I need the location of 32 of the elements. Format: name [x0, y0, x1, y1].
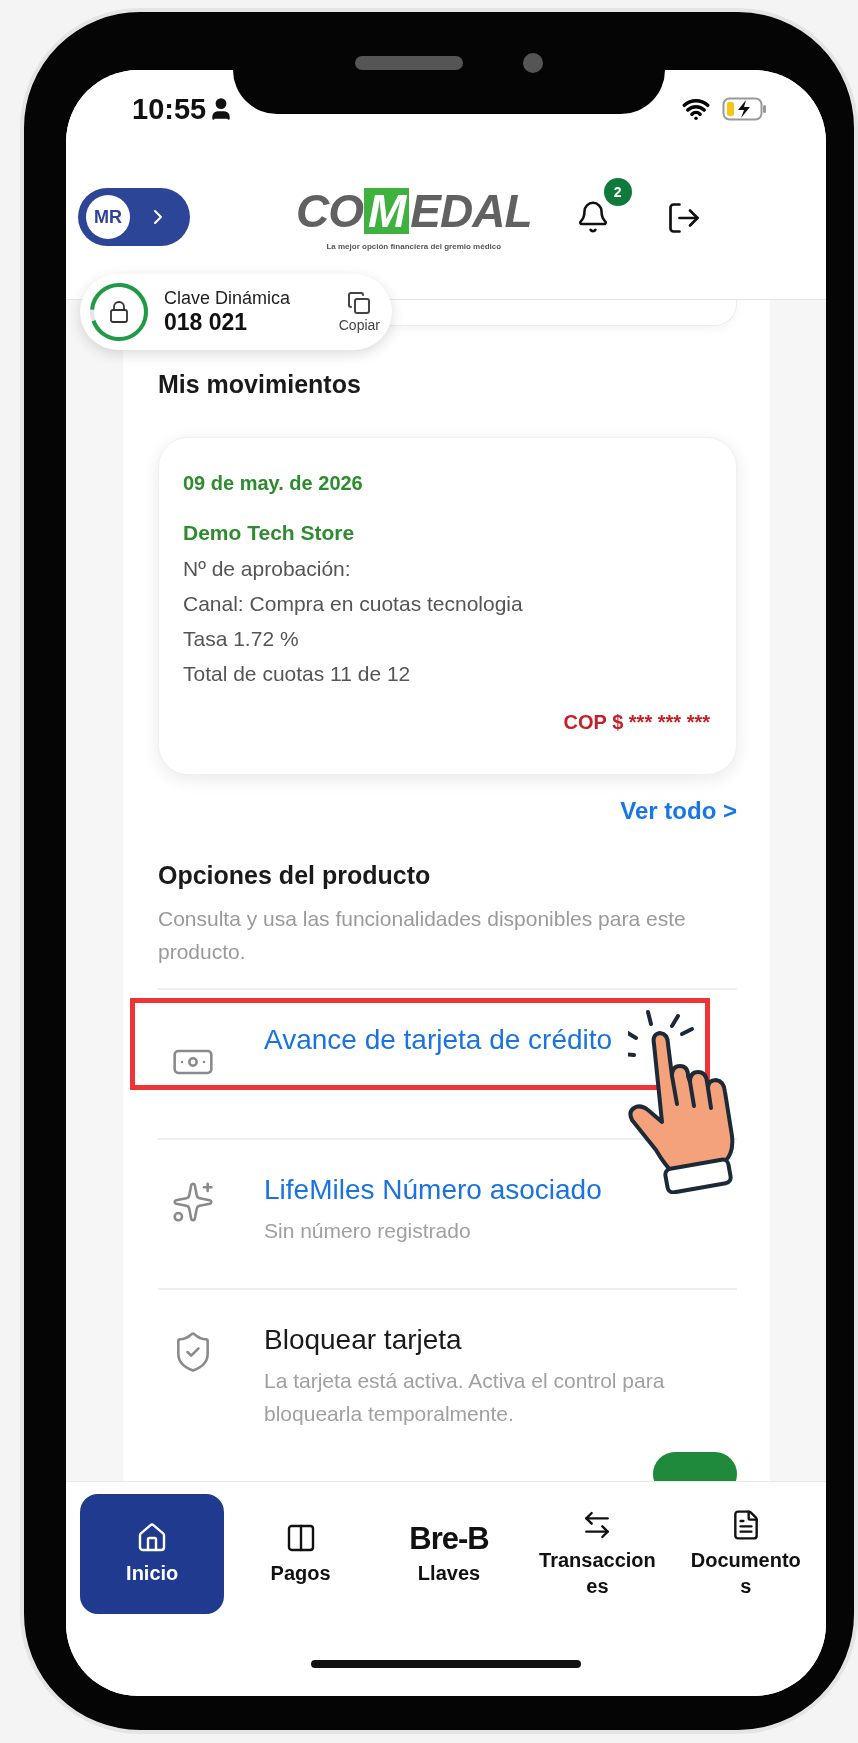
option-title[interactable]: LifeMiles Número asociado	[264, 1174, 737, 1206]
see-all-link[interactable]: Ver todo >	[158, 797, 737, 825]
nav-tab[interactable]: Pagos	[228, 1494, 373, 1614]
section-title: Opciones del producto	[158, 861, 432, 890]
nav-tab[interactable]: Transacciones	[525, 1494, 670, 1614]
nav-tab[interactable]: Inicio	[80, 1494, 225, 1614]
option-subtitle: La tarjeta está activa. Activa el control para bloquearla temporalmente.	[264, 1368, 666, 1427]
dynamic-key-label: Clave Dinámica	[164, 288, 291, 309]
profile-button[interactable]: MR	[78, 188, 190, 246]
option-subtitle: Sin número registrado	[264, 1218, 472, 1244]
movement-date: 09 de may. de 2026	[183, 472, 364, 495]
timer-ring-icon	[88, 281, 150, 343]
option-title[interactable]: Bloquear tarjeta	[264, 1324, 737, 1356]
movement-amount: COP $ *** *** ***	[563, 711, 710, 734]
copy-icon	[347, 291, 372, 315]
notification-badge: 2	[603, 178, 632, 206]
nav-tab[interactable]: Documentos	[673, 1494, 818, 1614]
movement-detail: Total de cuotas 11 de 12	[183, 661, 412, 687]
sparkles-icon	[171, 1180, 215, 1224]
movement-detail: Nº de aprobación:	[183, 556, 352, 582]
battery-charging-icon	[722, 97, 768, 121]
nav-tab[interactable]: Bre-B Llaves	[376, 1494, 522, 1614]
copy-button[interactable]: Copiar	[338, 291, 380, 333]
status-time: 10:55	[132, 92, 235, 126]
section-description: Consulta y usa las funcionalidades disponibles para este producto.	[158, 906, 687, 965]
logo-wordmark: COMEDAL La mejor opción financiera del gremio médico	[296, 188, 532, 251]
option-title[interactable]: Avance de tarjeta de crédito	[264, 1024, 737, 1056]
dynamic-key-code: 018 021	[164, 309, 249, 336]
movement-detail: Canal: Compra en cuotas tecnologia	[183, 591, 524, 617]
merchant-name: Demo Tech Store	[183, 521, 356, 545]
movement-detail: Tasa 1.72 %	[183, 626, 300, 652]
section-title: Mis movimientos	[158, 370, 362, 399]
